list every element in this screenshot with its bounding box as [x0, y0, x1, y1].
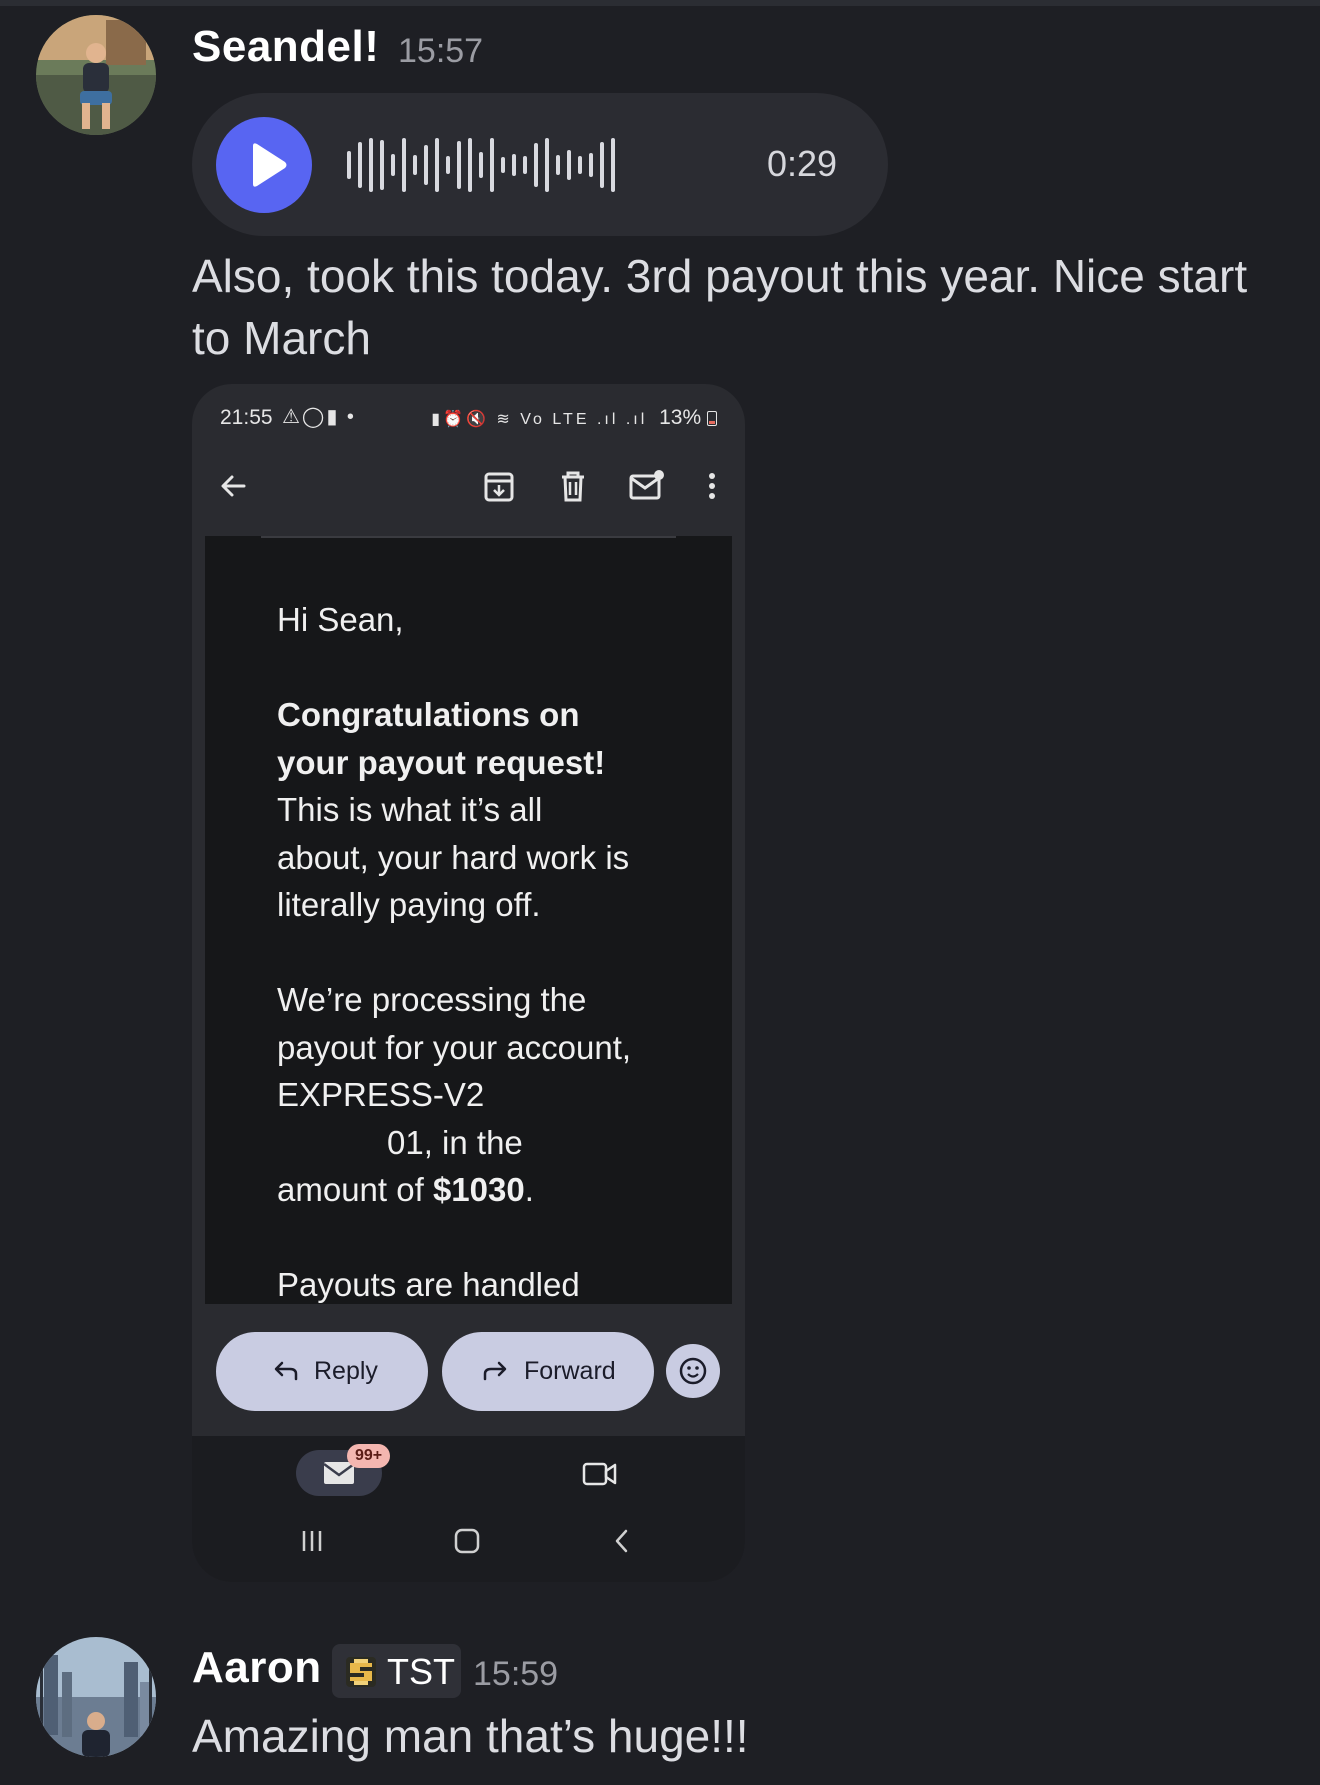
email-app-bar	[192, 444, 745, 536]
email-line: amount of $1030.	[277, 1171, 534, 1208]
phone-time: 21:55	[220, 406, 273, 429]
email-body: Hi Sean, Congratulations on your payout …	[205, 536, 732, 1304]
email-line: Payouts are handled	[277, 1266, 580, 1303]
trash-icon[interactable]	[553, 466, 593, 506]
payout-amount: $1030	[432, 1171, 525, 1208]
status-icons-left: ⚠◯▮ •	[282, 406, 356, 428]
voice-message: 0:29	[192, 93, 888, 236]
message-text-line: Also, took this today. 3rd payout this y…	[192, 250, 1248, 302]
video-icon[interactable]	[580, 1456, 620, 1492]
role-tag-label: TST	[387, 1651, 455, 1692]
reply-button[interactable]: Reply	[216, 1332, 428, 1411]
voice-duration: 0:29	[767, 143, 838, 184]
account-id-part: EXPRESS-V2	[277, 1076, 485, 1113]
reply-icon	[274, 1361, 298, 1381]
author-name[interactable]: Seandel!	[192, 22, 379, 72]
mark-unread-icon[interactable]	[626, 466, 666, 506]
avatar-seandel[interactable]	[36, 15, 156, 135]
top-divider	[0, 0, 1320, 6]
email-line: This is what it’s all	[277, 791, 543, 828]
unread-badge: 99+	[347, 1444, 391, 1468]
redaction	[277, 1129, 387, 1160]
forward-button[interactable]: Forward	[442, 1332, 654, 1411]
message-text-line: to March	[192, 312, 371, 364]
recents-nav-icon[interactable]	[296, 1526, 328, 1556]
author-name[interactable]: Aaron	[192, 1643, 322, 1693]
email-headline: your payout request!	[277, 743, 606, 781]
battery-percent: 13%	[659, 406, 702, 429]
account-id-suffix: 01, in the	[387, 1123, 523, 1161]
email-line: literally paying off.	[277, 886, 541, 923]
archive-icon[interactable]	[479, 466, 519, 506]
play-button[interactable]	[216, 117, 312, 213]
email-line: We’re processing the	[277, 981, 587, 1018]
email-text: Hi Sean, Congratulations on your payout …	[277, 596, 697, 1304]
email-greeting: Hi Sean,	[277, 601, 404, 638]
email-headline: Congratulations on	[277, 696, 580, 733]
smiley-icon	[679, 1357, 707, 1385]
forward-label: Forward	[524, 1357, 616, 1385]
forward-icon	[483, 1361, 507, 1381]
email-line: payout for your account,	[277, 1028, 632, 1066]
emoji-react-button[interactable]	[666, 1344, 720, 1398]
back-nav-icon[interactable]	[607, 1526, 637, 1556]
phone-status-bar: 21:55 ⚠◯▮ • ▮⏰🔇 ≋ Vo LTE .ıl .ıl 13%	[192, 384, 745, 444]
message-timestamp: 15:59	[473, 1655, 559, 1693]
message-text: Amazing man that’s huge!!!	[192, 1710, 749, 1762]
gold-emblem-icon	[346, 1657, 376, 1687]
email-line: 01, in the	[277, 1119, 697, 1167]
avatar-aaron[interactable]	[36, 1637, 156, 1757]
home-nav-icon[interactable]	[451, 1525, 483, 1557]
reply-label: Reply	[314, 1357, 378, 1385]
divider	[261, 536, 676, 538]
waveform[interactable]	[347, 135, 615, 195]
email-line: about, your hard work is	[277, 838, 630, 876]
email-line: EXPRESS-V2	[277, 1071, 697, 1119]
back-arrow-icon[interactable]	[214, 466, 254, 506]
battery-icon	[707, 411, 717, 426]
image-attachment[interactable]: 21:55 ⚠◯▮ • ▮⏰🔇 ≋ Vo LTE .ıl .ıl 13% Hi …	[192, 384, 745, 1582]
status-icons-right: ▮⏰🔇 ≋ Vo LTE .ıl .ıl 13%	[431, 406, 717, 430]
phone-bottom-nav: 99+	[192, 1436, 745, 1582]
redaction	[493, 1082, 614, 1113]
role-tag[interactable]: TST	[332, 1644, 461, 1698]
message-timestamp: 15:57	[398, 32, 484, 70]
more-options-icon[interactable]	[692, 466, 732, 506]
play-icon	[253, 143, 287, 187]
